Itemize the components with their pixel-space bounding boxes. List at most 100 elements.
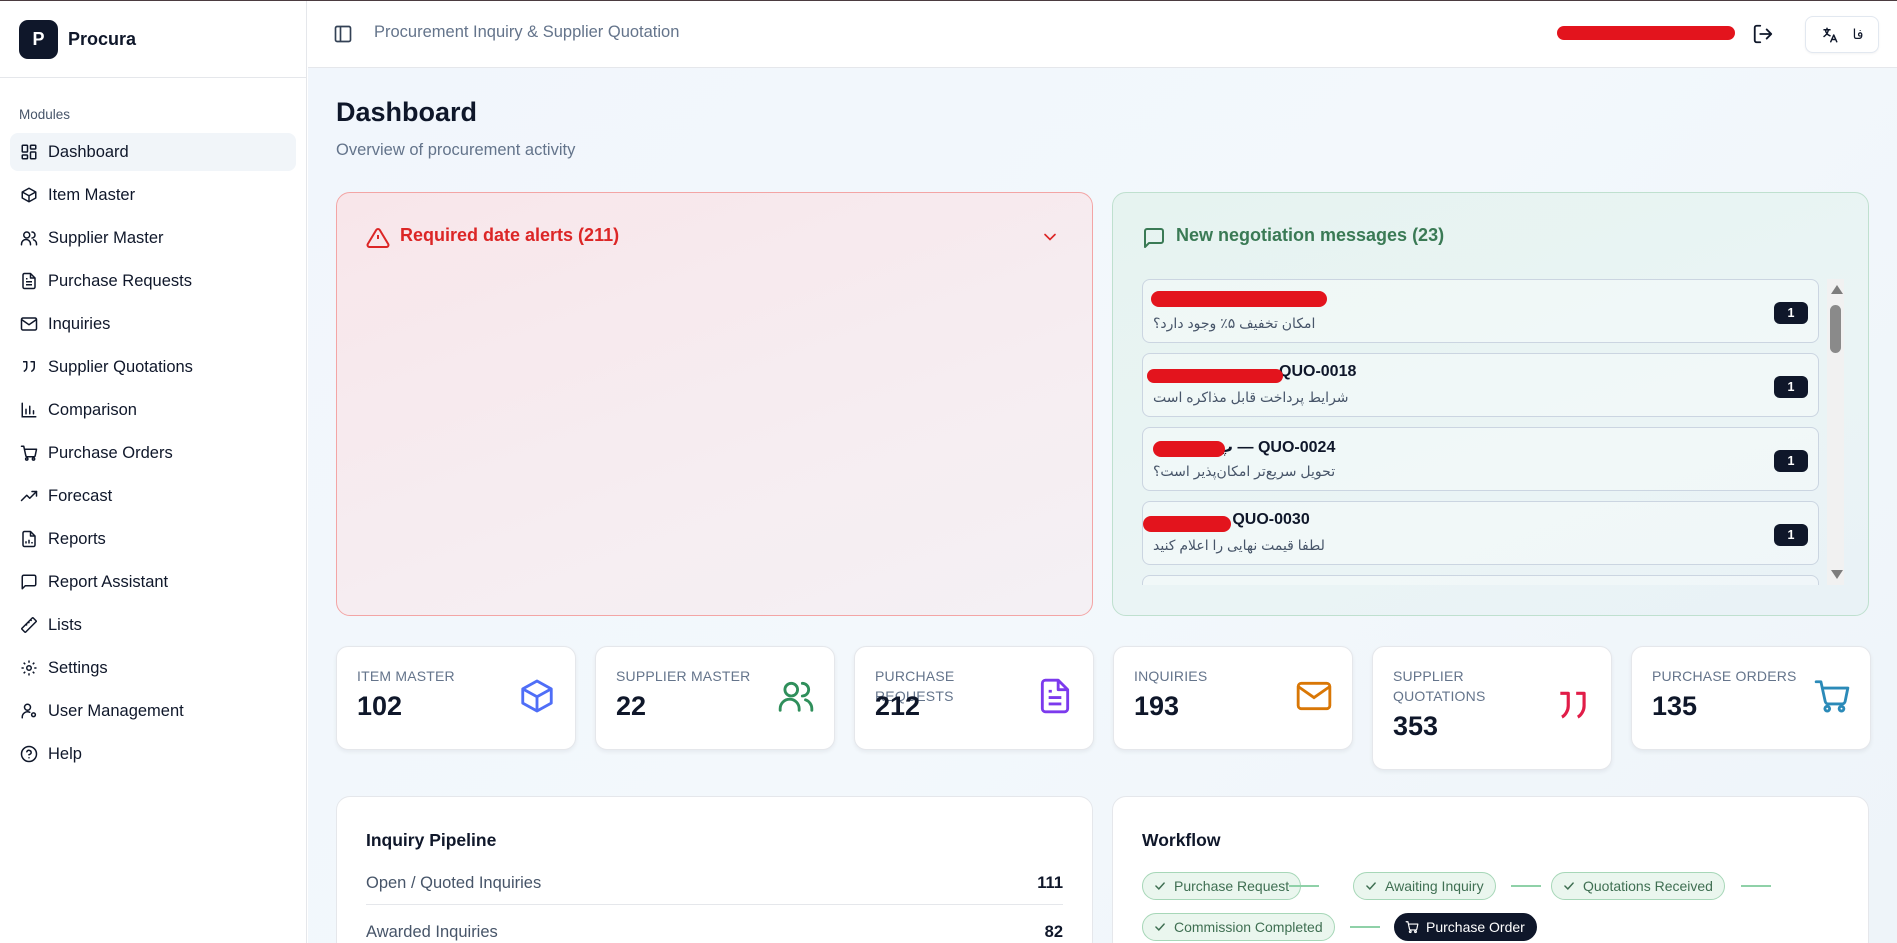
cart-icon — [20, 445, 38, 461]
scroll-thumb[interactable] — [1830, 305, 1841, 353]
message-list-scrollbar[interactable] — [1827, 279, 1844, 585]
users-icon — [20, 231, 38, 246]
sidebar-item-settings[interactable]: Settings — [10, 649, 296, 687]
sidebar-item-purchase-requests[interactable]: Purchase Requests — [10, 262, 296, 300]
sidebar-item-report-assistant[interactable]: Report Assistant — [10, 563, 296, 601]
stat-label: SUPPLIER QUOTATIONS — [1393, 668, 1486, 704]
brand-logo[interactable]: P — [19, 19, 58, 59]
sidebar-item-label: Report Assistant — [48, 572, 169, 591]
required-date-alerts-panel: Required date alerts (211) — [336, 192, 1093, 616]
stat-label: INQUIRIES — [1134, 668, 1208, 684]
sidebar-item-lists[interactable]: Lists — [10, 606, 296, 644]
redacted-text — [1153, 441, 1225, 457]
sidebar-item-forecast[interactable]: Forecast — [10, 477, 296, 515]
ruler-icon — [21, 617, 37, 633]
workflow-step-quotations-received: Quotations Received — [1551, 872, 1725, 900]
sidebar-item-label: Supplier Quotations — [48, 357, 193, 376]
stat-card-supplier-quotations[interactable]: SUPPLIER QUOTATIONS 353 — [1372, 646, 1612, 770]
inquiry-pipeline-card: Inquiry Pipeline Open / Quoted Inquiries… — [336, 796, 1093, 943]
sidebar-item-help[interactable]: Help — [10, 735, 296, 773]
workflow-step-label: Commission Completed — [1174, 919, 1323, 935]
main-content: Dashboard Overview of procurement activi… — [308, 68, 1897, 943]
sidebar-item-label: User Management — [48, 701, 184, 720]
page-subtitle: Overview of procurement activity — [336, 141, 576, 159]
message-item[interactable]: پ — QUO-0024 تحویل سریع‌تر امکان‌پذیر اس… — [1142, 427, 1819, 491]
stat-value: 212 — [875, 691, 921, 721]
stat-value: 102 — [357, 691, 403, 721]
sidebar-item-label: Dashboard — [48, 142, 129, 161]
sidebar-nav: Dashboard Item Master Supplier Master Pu… — [0, 133, 306, 773]
chat-icon — [1144, 228, 1164, 248]
bar-chart-icon — [21, 402, 37, 418]
message-text: امکان تخفیف ۵٪ وجود دارد؟ — [1153, 315, 1316, 331]
sidebar-item-comparison[interactable]: Comparison — [10, 391, 296, 429]
sidebar-item-reports[interactable]: Reports — [10, 520, 296, 558]
stat-label: SUPPLIER MASTER — [616, 668, 751, 684]
sidebar-item-purchase-orders[interactable]: Purchase Orders — [10, 434, 296, 472]
sidebar-item-label: Purchase Orders — [48, 443, 173, 462]
sidebar-item-label: Forecast — [48, 486, 113, 505]
message-item[interactable]: – QUO-0030 لطفا قیمت نهایی را اعلام کنید… — [1142, 501, 1819, 565]
message-title: پ — QUO-0024 — [1217, 439, 1336, 456]
unread-count-badge: 1 — [1774, 302, 1808, 324]
sidebar-item-inquiries[interactable]: Inquiries — [10, 305, 296, 343]
stat-card-purchase-orders[interactable]: PURCHASE ORDERS 135 — [1631, 646, 1871, 750]
sidebar-item-label: Help — [48, 744, 82, 763]
workflow-step-label: Quotations Received — [1583, 878, 1713, 894]
cart-icon — [1814, 680, 1850, 713]
alerts-title: Required date alerts (211) — [400, 225, 620, 245]
stat-card-purchase-requests[interactable]: PURCHASE REQUESTS 212 — [854, 646, 1094, 750]
pipeline-row: Awarded Inquiries 82 — [366, 914, 1063, 943]
check-icon — [1564, 882, 1574, 890]
sidebar-item-supplier-master[interactable]: Supplier Master — [10, 219, 296, 257]
stat-card-inquiries[interactable]: INQUIRIES 193 — [1113, 646, 1353, 750]
message-item[interactable] — [1142, 575, 1819, 585]
brand-name[interactable]: Procura — [68, 29, 136, 50]
box-icon — [521, 679, 553, 713]
stat-card-supplier-master[interactable]: SUPPLIER MASTER 22 — [595, 646, 835, 750]
sidebar-item-label: Comparison — [48, 400, 137, 419]
stat-label: ITEM MASTER — [357, 668, 455, 684]
cart-icon — [1405, 921, 1419, 934]
pipeline-value: 111 — [1037, 874, 1063, 892]
message-item[interactable]: امکان تخفیف ۵٪ وجود دارد؟ 1 — [1142, 279, 1819, 343]
workflow-card: Workflow Purchase Request Awaiting Inqui… — [1112, 796, 1869, 943]
language-toggle-button[interactable]: فا — [1805, 16, 1879, 53]
sidebar-section-label: Modules — [19, 107, 71, 122]
sidebar-item-supplier-quotations[interactable]: Supplier Quotations — [10, 348, 296, 386]
message-text: تحویل سریع‌تر امکان‌پذیر است؟ — [1153, 463, 1336, 479]
sidebar-item-user-management[interactable]: User Management — [10, 692, 296, 730]
trending-up-icon — [20, 490, 38, 502]
redacted-text — [1151, 291, 1327, 307]
pipeline-value: 82 — [1044, 923, 1063, 941]
message-text: لطفا قیمت نهایی را اعلام کنید — [1153, 537, 1325, 553]
logout-icon[interactable] — [1752, 23, 1774, 45]
workflow-step-purchase-request: Purchase Request — [1142, 872, 1302, 900]
card-title: Inquiry Pipeline — [366, 830, 497, 850]
unread-count-badge: 1 — [1774, 524, 1808, 546]
message-item[interactable]: QUO-0018 شرایط پرداخت قابل مذاکره است 1 — [1142, 353, 1819, 417]
stat-value: 135 — [1652, 691, 1698, 721]
scroll-up-arrow-icon[interactable] — [1831, 285, 1843, 294]
sidebar-item-dashboard[interactable]: Dashboard — [10, 133, 296, 171]
mail-icon — [20, 317, 38, 331]
chat-icon — [21, 574, 37, 590]
workflow-connector — [1511, 885, 1541, 887]
quote-icon — [23, 361, 35, 373]
brand: P Procura — [0, 1, 306, 78]
stat-card-item-master[interactable]: ITEM MASTER 102 — [336, 646, 576, 750]
workflow-step-awaiting-inquiry: Awaiting Inquiry — [1353, 872, 1496, 900]
check-icon — [1366, 882, 1376, 890]
sidebar-item-label: Supplier Master — [48, 228, 164, 247]
scroll-down-arrow-icon[interactable] — [1831, 570, 1843, 579]
header-title: Procurement Inquiry & Supplier Quotation — [374, 23, 680, 41]
sidebar-toggle-icon[interactable] — [333, 24, 353, 44]
sidebar-item-label: Reports — [48, 529, 106, 548]
sidebar-item-item-master[interactable]: Item Master — [10, 176, 296, 214]
redacted-user-name — [1557, 26, 1735, 40]
stat-label: PURCHASE ORDERS — [1652, 668, 1797, 684]
sidebar-item-label: Settings — [48, 658, 108, 677]
file-text-icon — [1040, 678, 1070, 714]
chevron-down-icon[interactable] — [1040, 227, 1060, 247]
redacted-text — [1143, 516, 1231, 532]
